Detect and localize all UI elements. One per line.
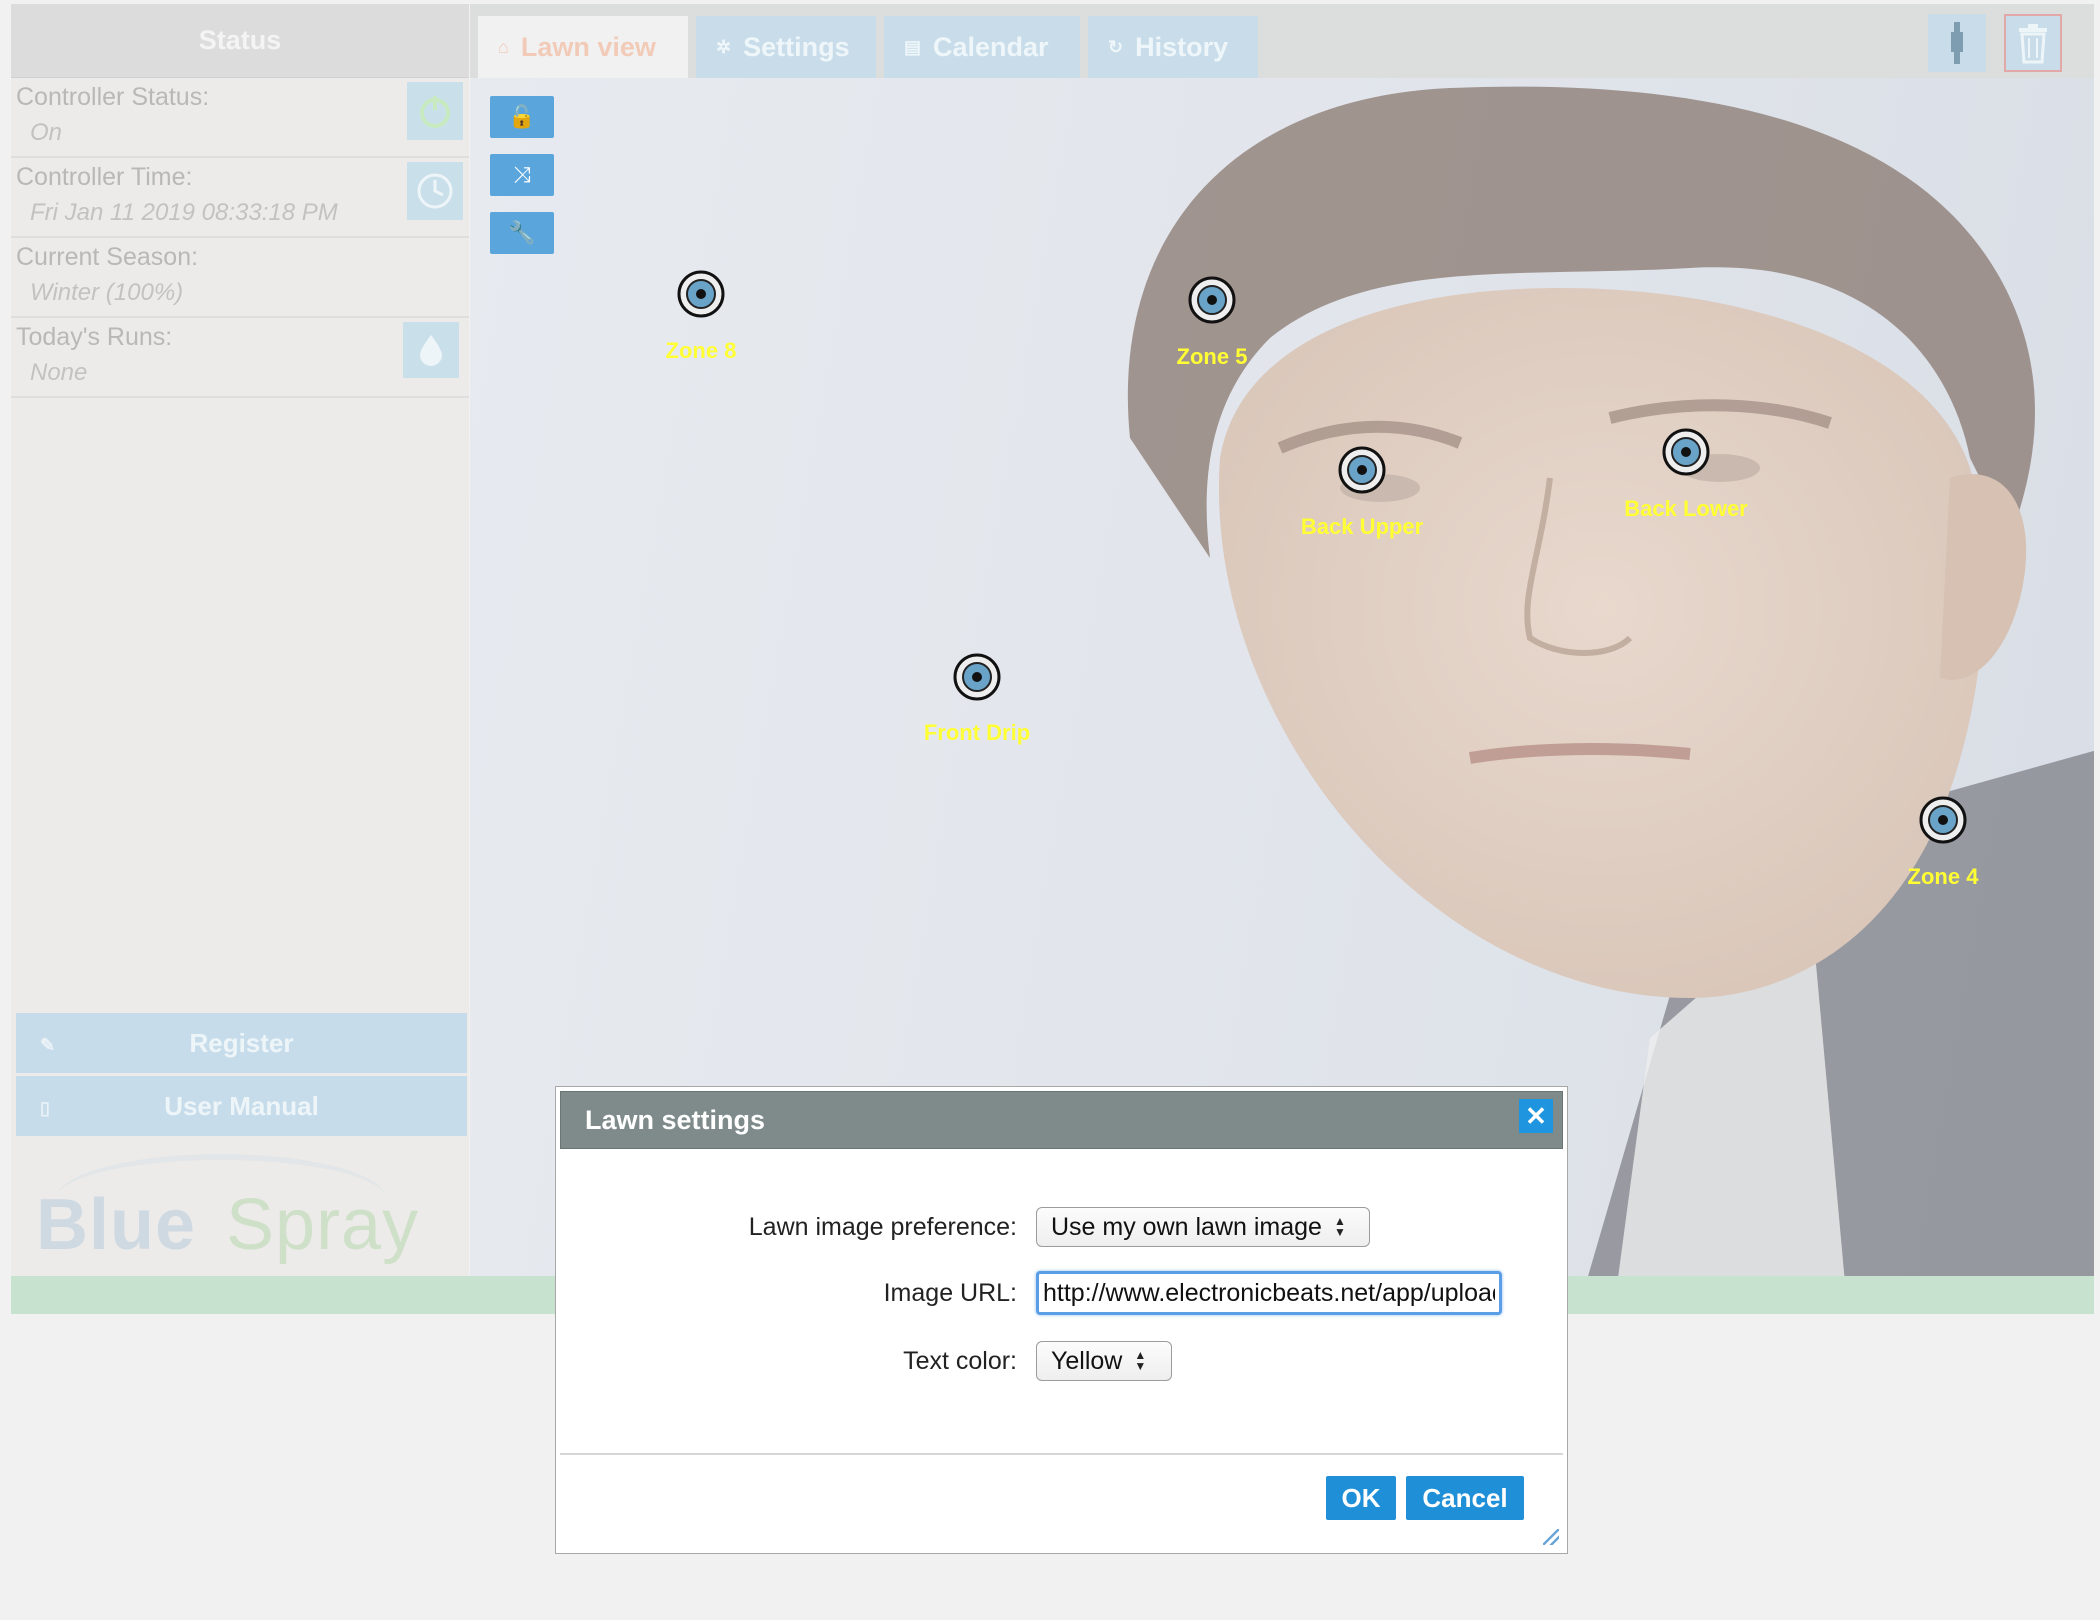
run-now-button[interactable] <box>403 322 459 378</box>
pref-label: Lawn image preference: <box>748 1212 1017 1241</box>
image-url-input[interactable] <box>1036 1271 1502 1315</box>
gear-icon: ✲ <box>716 36 732 57</box>
dialog-divider <box>560 1453 1563 1455</box>
lawn-image-preference-select[interactable]: Use my own lawn image ▲ ▼ <box>1036 1207 1370 1247</box>
calendar-icon: ▤ <box>904 36 922 57</box>
season-label: Current Season: <box>16 243 199 271</box>
sprinkler-icon <box>953 653 1001 701</box>
close-icon: ✕ <box>1525 1100 1547 1131</box>
shuffle-icon: ⤨ <box>513 162 531 187</box>
sprinkler-back-lower[interactable] <box>1661 427 1711 477</box>
controller-status-row: Controller Status: On <box>11 78 469 158</box>
status-sidebar: Status Controller Status: On Controller … <box>11 4 469 1276</box>
select-arrows-icon: ▲ ▼ <box>1134 1348 1147 1373</box>
pencil-icon: ✎ <box>40 1035 56 1055</box>
todays-runs-row: Today's Runs: None <box>11 318 469 398</box>
set-time-button[interactable] <box>407 162 463 220</box>
cancel-label: Cancel <box>1422 1482 1508 1513</box>
ok-button[interactable]: OK <box>1326 1476 1396 1520</box>
sprinkler-icon <box>1919 796 1967 844</box>
sprinkler-icon <box>1188 276 1236 324</box>
sprinkler-front-drip[interactable] <box>952 652 1002 702</box>
sprinkler-zone-4[interactable] <box>1918 795 1968 845</box>
ok-label: OK <box>1341 1482 1381 1513</box>
sprinkler-zone-5[interactable] <box>1187 275 1237 325</box>
zone-label: Zone 8 <box>665 338 737 363</box>
text-color-select[interactable]: Yellow ▲ ▼ <box>1036 1341 1172 1381</box>
sidebar-title: Status <box>11 4 469 78</box>
zone-label: Back Upper <box>1300 514 1424 539</box>
tab-settings[interactable]: ✲ Settings <box>696 16 876 78</box>
zone-label: Zone 5 <box>1176 344 1248 369</box>
shuffle-button[interactable]: ⤨ <box>490 154 554 196</box>
power-toggle-button[interactable] <box>407 82 463 140</box>
sprinkler-icon <box>1662 428 1710 476</box>
select-arrows-icon: ▲ ▼ <box>1333 1214 1346 1239</box>
status-label: Controller Status: <box>16 83 210 111</box>
sprinkler-icon <box>1338 446 1386 494</box>
tab-label: History <box>1135 31 1229 62</box>
dialog-title: Lawn settings <box>585 1104 766 1135</box>
tab-history[interactable]: ↻ History <box>1088 16 1258 78</box>
register-button[interactable]: ✎ Register <box>16 1013 467 1073</box>
bluespray-logo: Blue Spray <box>26 1154 446 1265</box>
register-label: Register <box>189 1027 294 1058</box>
sprinkler-icon <box>677 270 725 318</box>
tab-label: Settings <box>743 31 850 62</box>
runs-value: None <box>30 359 88 386</box>
dialog-titlebar[interactable]: Lawn settings <box>560 1091 1563 1149</box>
close-button[interactable]: ✕ <box>1519 1099 1553 1133</box>
tab-bar: ⌂ Lawn view ✲ Settings ▤ Calendar ↻ Hist… <box>470 4 2094 78</box>
runs-label: Today's Runs: <box>16 323 173 351</box>
tab-calendar[interactable]: ▤ Calendar <box>884 16 1080 78</box>
unlock-icon: 🔓 <box>508 104 536 129</box>
add-sprinkler-button[interactable] <box>1928 14 1986 72</box>
lawn-image-preference-row: Lawn image preference: Use my own lawn i… <box>556 1207 1370 1247</box>
history-icon: ↻ <box>1108 36 1124 57</box>
clock-icon <box>417 173 453 209</box>
trash-icon <box>2019 24 2047 64</box>
current-season-row: Current Season: Winter (100%) <box>11 238 469 318</box>
user-manual-label: User Manual <box>164 1090 319 1121</box>
season-value: Winter (100%) <box>30 279 184 306</box>
resize-handle[interactable] <box>1543 1529 1559 1545</box>
url-label: Image URL: <box>883 1278 1017 1307</box>
cancel-button[interactable]: Cancel <box>1406 1476 1524 1520</box>
wrench-button[interactable]: 🔧 <box>490 212 554 254</box>
lawn-settings-dialog: Lawn settings ✕ Lawn image preference: U… <box>555 1086 1568 1554</box>
image-url-row: Image URL: <box>556 1271 1502 1315</box>
controller-time-row: Controller Time: Fri Jan 11 2019 08:33:1… <box>11 158 469 238</box>
zone-label: Zone 4 <box>1907 864 1979 889</box>
home-icon: ⌂ <box>498 36 509 57</box>
logo-text-green: Spray <box>226 1185 420 1265</box>
time-value: Fri Jan 11 2019 08:33:18 PM <box>30 199 338 226</box>
zone-label: Front Drip <box>923 720 1031 745</box>
user-manual-button[interactable]: ▯ User Manual <box>16 1076 467 1136</box>
wrench-icon: 🔧 <box>508 220 536 245</box>
logo-text-blue: Blue <box>36 1185 197 1265</box>
text-color-row: Text color: Yellow ▲ ▼ <box>556 1341 1172 1381</box>
water-drop-icon <box>420 335 442 366</box>
sprinkler-head-icon <box>1951 22 1963 64</box>
trash-button[interactable] <box>2004 14 2062 72</box>
color-selected-value: Yellow <box>1051 1346 1123 1375</box>
sprinkler-zone-8[interactable] <box>676 269 726 319</box>
time-label: Controller Time: <box>16 163 193 191</box>
document-icon: ▯ <box>40 1098 50 1118</box>
pref-selected-value: Use my own lawn image <box>1051 1212 1322 1241</box>
status-value: On <box>30 119 63 146</box>
unlock-button[interactable]: 🔓 <box>490 96 554 138</box>
zone-label: Back Lower <box>1624 496 1748 521</box>
tab-label: Calendar <box>933 31 1049 62</box>
sprinkler-back-upper[interactable] <box>1337 445 1387 495</box>
power-icon <box>420 96 450 128</box>
tab-lawn-view[interactable]: ⌂ Lawn view <box>478 16 688 78</box>
tab-label: Lawn view <box>520 31 656 62</box>
color-label: Text color: <box>903 1346 1017 1375</box>
